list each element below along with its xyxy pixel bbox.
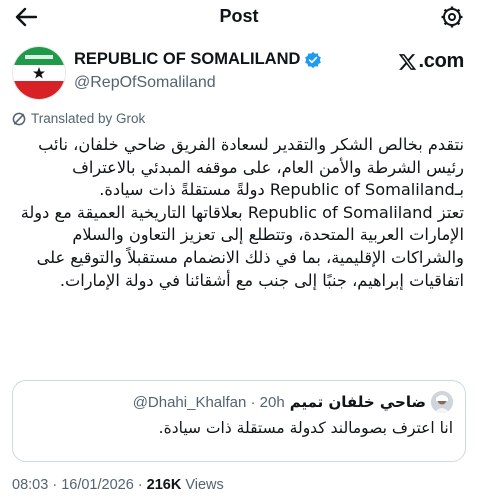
x-com-logo: .com <box>398 50 464 73</box>
translation-text: Translated by Grok <box>31 111 146 126</box>
x-logo-icon <box>398 53 416 70</box>
verified-badge-icon <box>305 51 322 68</box>
quoted-post[interactable]: ضاحي خلفان تميم @Dhahi_Khalfan · 20h انا… <box>12 380 466 462</box>
quoted-text: انا اعترف بصومالند كدولة مستقلة ذات سياد… <box>158 419 453 437</box>
x-logo-text: .com <box>418 50 465 72</box>
views-count: 216K <box>146 477 182 493</box>
author-handle[interactable]: @RepOfSomaliland <box>74 74 216 92</box>
post-body: نتقدم بخالص الشكر والتقدير لسعادة الفريق… <box>10 134 464 292</box>
author-name-row[interactable]: REPUBLIC OF SOMALILAND <box>74 50 322 69</box>
quoted-post-header: ضاحي خلفان تميم @Dhahi_Khalfan · 20h <box>133 391 453 413</box>
quoted-handle: @Dhahi_Khalfan <box>132 393 247 411</box>
grok-icon <box>12 112 26 125</box>
post-paragraph-1: نتقدم بخالص الشكر والتقدير لسعادة الفريق… <box>38 135 464 200</box>
person-avatar-icon <box>431 391 453 413</box>
post-paragraph-2: تعتز Republic of Somaliland بعلاقاتها ال… <box>20 202 464 290</box>
quoted-avatar[interactable] <box>431 391 453 413</box>
top-bar: Post <box>0 0 478 34</box>
views-label: Views <box>185 477 224 493</box>
settings-button[interactable] <box>440 5 464 29</box>
avatar[interactable] <box>12 46 66 100</box>
post-meta: 08:03 · 16/01/2026 · 216K Views <box>12 477 224 493</box>
quoted-meta: @Dhahi_Khalfan · 20h <box>132 393 285 411</box>
translation-label[interactable]: Translated by Grok <box>12 111 145 126</box>
post-date[interactable]: 16/01/2026 <box>61 477 134 493</box>
post-time[interactable]: 08:03 <box>12 477 48 493</box>
somaliland-flag-icon <box>13 47 65 99</box>
quoted-time: 20h <box>259 393 285 411</box>
quoted-author-name: ضاحي خلفان تميم <box>289 393 426 411</box>
gear-icon <box>441 6 463 28</box>
author-name: REPUBLIC OF SOMALILAND <box>74 50 301 68</box>
page-title: Post <box>219 6 259 26</box>
